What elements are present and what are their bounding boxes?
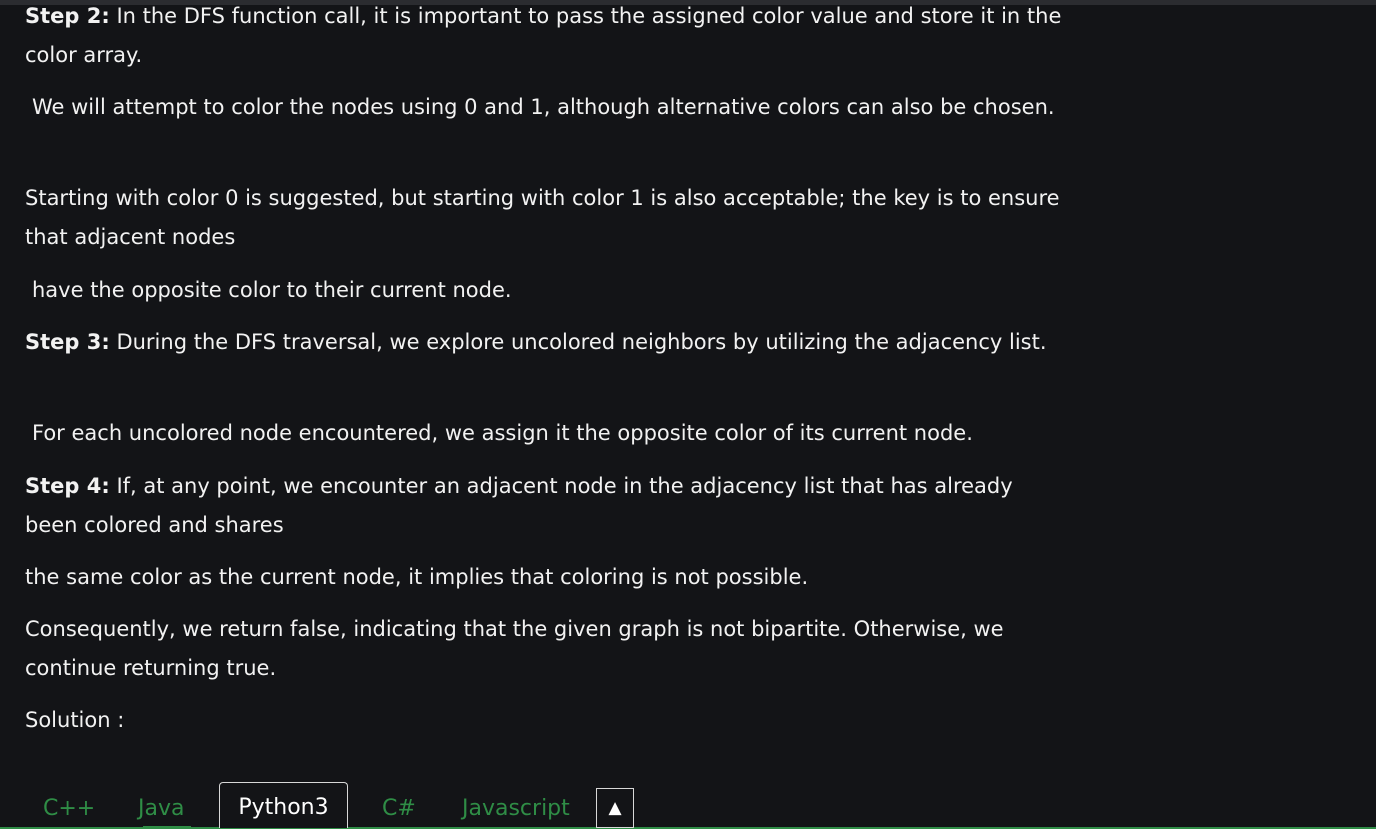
tab-python3[interactable]: Python3 xyxy=(219,782,348,828)
step3-label: Step 3: xyxy=(25,330,110,354)
step2-paragraph: Step 2: In the DFS function call, it is … xyxy=(25,0,1070,75)
tab-java[interactable]: Java xyxy=(138,790,184,828)
start-color-note: Starting with color 0 is suggested, but … xyxy=(25,186,1060,249)
tab-cpp[interactable]: C++ xyxy=(43,790,95,828)
triangle-up-icon: ▲ xyxy=(608,798,622,818)
tab-csharp[interactable]: C# xyxy=(382,790,416,828)
step2-label: Step 2: xyxy=(25,4,110,28)
step2-text: In the DFS function call, it is importan… xyxy=(25,4,1062,67)
step3-text: During the DFS traversal, we explore unc… xyxy=(109,330,1047,354)
step4-label: Step 4: xyxy=(25,474,110,498)
same-color-note: the same color as the current node, it i… xyxy=(25,565,809,589)
solution-label: Solution : xyxy=(25,708,125,732)
uncolored-note: For each uncolored node encountered, we … xyxy=(32,421,973,445)
colors-note: We will attempt to color the nodes using… xyxy=(32,95,1055,119)
step4-text: If, at any point, we encounter an adjace… xyxy=(25,474,1013,537)
step3-paragraph: Step 3: During the DFS traversal, we exp… xyxy=(25,323,1070,362)
scroll-top-button[interactable]: ▲ xyxy=(596,788,634,828)
tab-javascript[interactable]: Javascript xyxy=(462,790,570,828)
opposite-color-note: have the opposite color to their current… xyxy=(32,278,512,302)
language-tabs: C++ Java Python3 C# Javascript ▲ xyxy=(0,780,1376,829)
consequence-note: Consequently, we return false, indicatin… xyxy=(25,617,1004,680)
step4-paragraph: Step 4: If, at any point, we encounter a… xyxy=(25,467,1070,545)
